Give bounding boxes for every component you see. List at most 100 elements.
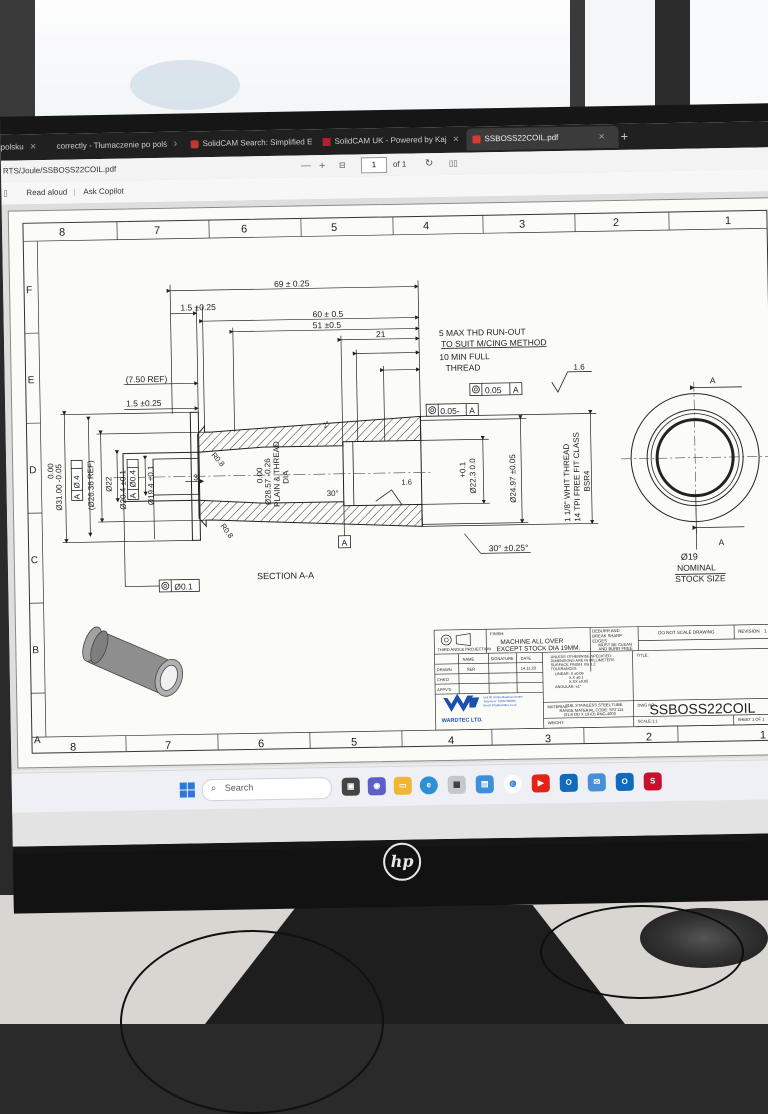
zone-row: B [32,645,39,656]
teams-icon[interactable]: ◉ [368,777,386,795]
signature-header: SIGNATURE [491,656,514,661]
fcf-datum: A [73,493,82,499]
zone-row: A [34,735,41,746]
company-address: Email: info@wardtec.co.uk [483,703,517,708]
isometric-part-view [78,623,188,702]
app-icon[interactable]: ▦ [448,776,466,794]
pdf-viewer[interactable]: 8 7 6 5 4 3 2 1 8 7 6 5 4 3 2 1 [2,191,768,770]
surface-finish-value: 1.6 [401,478,412,487]
fcf-value: 0.05- [440,406,460,416]
page-number-input[interactable]: 1 [361,157,387,173]
dim-flange-thickness: 1.5 ±0.25 [180,302,216,313]
outlook-icon[interactable]: O [560,774,578,792]
tab-title: SolidCAM UK - Powered by Kaj [334,135,446,146]
taskbar-search-box[interactable]: ⌕ Search [202,777,332,801]
browser-tab[interactable]: correctly - Tłumaczenie po polś ✕ [56,134,176,158]
end-view [620,380,768,551]
note-full-thread: 10 MIN FULL [439,351,490,362]
mail-icon[interactable]: ✉ [588,773,606,791]
dim-diameter-31-upper: 0.00 [46,463,55,479]
dim-diameter-22-3-upper: +0.1 [458,461,467,477]
solidworks-icon[interactable]: S [644,772,662,790]
zone-col-bottom: 3 [545,733,551,745]
toolbar-divider: | [73,181,75,203]
scale-label: SCALE:1:1 [638,718,659,723]
label-stock-size: STOCK SIZE [675,573,726,584]
fit-page-icon[interactable]: ⊟ [339,155,346,177]
datum-label: A [341,538,347,548]
zone-col-bottom: 6 [258,738,264,750]
dim-angle: 30° [327,489,339,498]
surface-finish-symbol [552,371,592,392]
close-icon[interactable]: ✕ [598,132,605,141]
dim-ref-750: (7.50 REF) [126,374,168,385]
fcf-value: Ø.4 [72,475,81,489]
zone-row: D [29,465,36,476]
label-nominal: NOMINAL [677,562,716,573]
zone-col-top: 3 [519,219,525,231]
zone-col-top: 8 [59,227,65,239]
weight-label: WEIGHT: [548,720,565,725]
projection-symbol-icon [444,638,448,642]
wardtec-logo [443,693,479,712]
zone-line-left [37,241,46,737]
close-icon[interactable]: ✕ [173,140,177,149]
dim-diameter-24: Ø24.97 ±0.05 [508,454,518,503]
dim-length-60: 60 ± 0.5 [312,309,343,320]
label-tpi: 14 TPI FREE FIT CLASS [572,432,583,522]
browser-tab[interactable]: SolidCAM Search: Simplified E [190,131,318,155]
chrome-icon[interactable]: ◍ [504,775,522,793]
zone-col-bottom: 4 [448,735,454,747]
approved-label: APPV'D [437,687,452,692]
drawn-label: DRAWN [437,667,452,672]
surface-finish-value: 1.6 [573,363,585,372]
section-lower-wall [199,496,422,530]
tab-title: correctly - Tłumaczenie po polś [57,140,168,151]
plus-icon[interactable]: + [319,155,326,177]
zone-col-top: 4 [423,220,429,232]
zone-col-bottom: 7 [165,740,171,752]
browser-tab[interactable]: polsku✕ [0,136,40,159]
file-explorer-icon[interactable]: ▭ [394,777,412,795]
read-aloud-button[interactable]: Read aloud [26,182,67,205]
dim-radius: R0.8 [209,450,226,468]
checked-label: CHK'D [437,677,449,682]
projection-symbol-icon [441,635,451,645]
tab-title: SolidCAM Search: Simplified E [202,137,312,148]
contents-icon[interactable]: ▯ [3,183,8,205]
dim-diameter-22-3: Ø22.3 0.0 [468,458,478,494]
label-dia: DIA [281,470,290,484]
ask-copilot-button[interactable]: Ask Copilot [83,181,124,204]
note-machining-method: TO SUIT M/CING METHOD [441,337,547,349]
close-icon[interactable]: ✕ [30,142,37,151]
revision-value: 1 [764,628,767,633]
projection-symbol-icon [456,634,470,646]
browser-tab[interactable]: SolidCAM UK - Powered by Kaj ✕ [322,129,462,153]
label-bsr4: BSR4 [582,470,591,492]
dim-overall-length: 69 ± 0.25 [274,278,310,289]
new-tab-plus-icon[interactable]: + [620,126,628,148]
leader-line [464,533,480,553]
windows-start-icon[interactable] [180,782,196,798]
store-icon[interactable]: ▤ [476,775,494,793]
browser-tab-active[interactable]: SSBOSS22COIL.pdf✕ [466,126,618,151]
dim-three: 3 [193,472,198,482]
fcf-value: 0.05 [485,385,502,395]
youtube-icon[interactable]: ▶ [532,774,550,792]
close-icon[interactable]: ✕ [452,135,459,144]
edge-icon[interactable]: e [420,776,438,794]
task-view-icon[interactable]: ▣ [342,778,360,796]
address-text[interactable]: RTS/Joule/SSBOSS22COIL.pdf [3,159,117,183]
name-header: NAME [463,657,475,662]
outlook-new-icon[interactable]: O [616,773,634,791]
search-icon: ⌕ [211,783,217,794]
no-scale-label: DO NOT SCALE DRAWING [658,629,715,635]
two-page-icon[interactable]: ▯▯ [449,153,458,175]
minus-icon[interactable]: — [301,155,311,177]
date-header: DATE [521,656,532,661]
zone-row: E [28,375,35,386]
zone-col-bottom: 5 [351,737,357,749]
rotate-icon[interactable]: ↻ [425,153,434,175]
dim-diameter-22: Ø22 [104,476,113,492]
tolerance-text: TOLERANCES: [551,667,578,671]
